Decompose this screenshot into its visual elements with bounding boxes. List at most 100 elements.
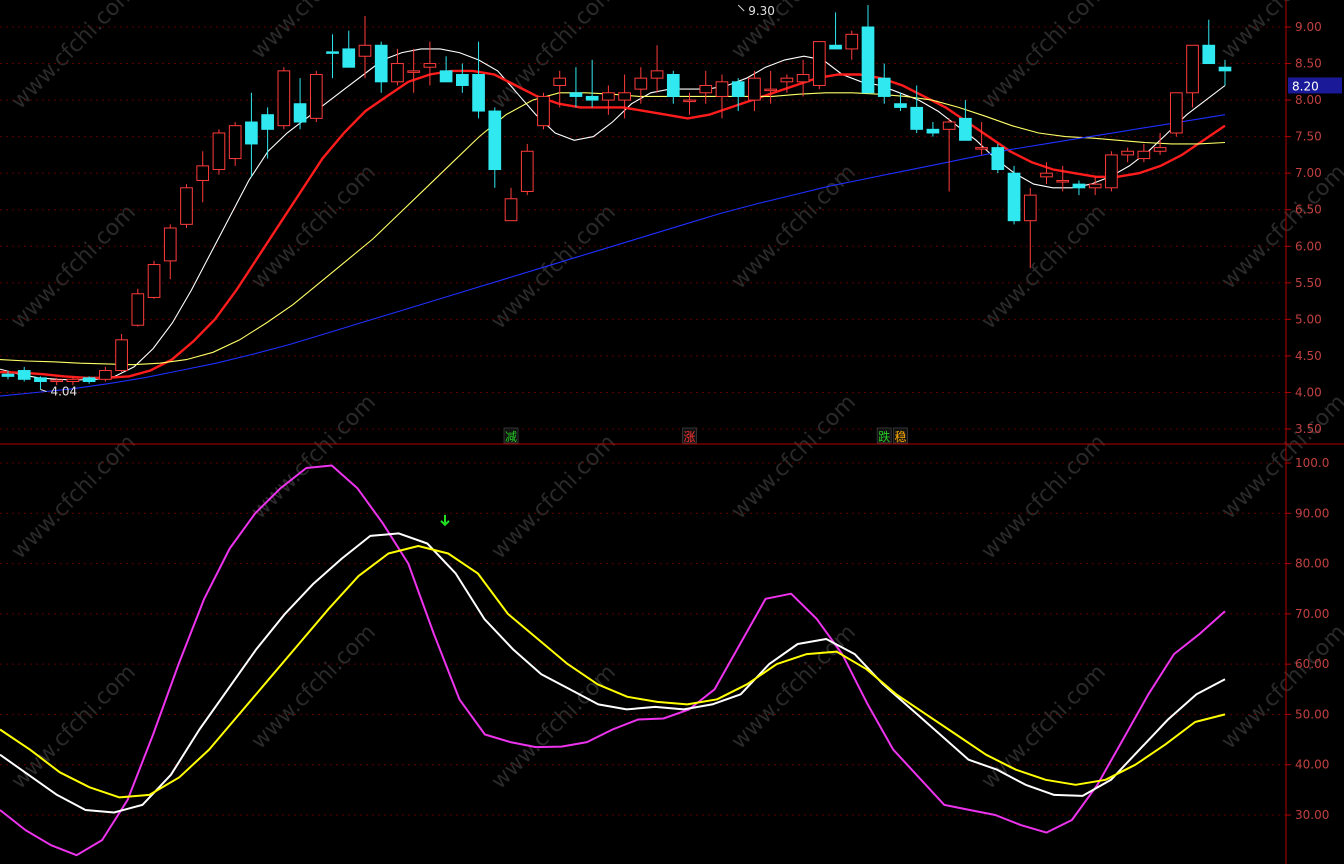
candle (391, 48, 404, 86)
watermark-text: www.cfchi.com (487, 0, 621, 114)
annotation-pointer (737, 4, 745, 12)
candle (1023, 187, 1037, 269)
price-tick-label: 6.50 (1295, 203, 1322, 217)
price-tick-label: 9.00 (1295, 20, 1322, 34)
price-tick-label: 6.00 (1295, 239, 1322, 253)
watermark-text: www.cfchi.com (247, 160, 381, 294)
signal-label: 减 (505, 430, 517, 444)
candle-body-down (293, 103, 307, 123)
candle (277, 67, 291, 130)
candle-body-down (456, 74, 469, 86)
osc-tick-label: 90.00 (1295, 506, 1329, 520)
watermark-text: www.cfchi.com (977, 430, 1111, 564)
candle-body-up (1169, 92, 1183, 134)
candle (504, 187, 518, 222)
osc-tick-label: 30.00 (1295, 808, 1329, 822)
watermark-text: www.cfchi.com (7, 430, 141, 564)
candle (245, 92, 258, 177)
candle (602, 85, 615, 115)
candle-body-up (131, 293, 145, 326)
candle (423, 41, 437, 86)
candle-body-down (326, 51, 339, 54)
signal-label: 涨 (684, 429, 696, 444)
price-tick-label: 5.50 (1295, 276, 1322, 290)
candle (650, 45, 664, 93)
candle-body-up (618, 92, 631, 101)
candle-body-up (147, 264, 161, 298)
candle (293, 78, 307, 130)
candle (342, 30, 356, 68)
candle (407, 48, 421, 93)
signal-label: 稳 (894, 429, 906, 444)
watermark-text: www.cfchi.com (1217, 0, 1344, 64)
candle-body-down (894, 103, 907, 108)
candle (812, 41, 826, 90)
candle-body-down (926, 128, 940, 134)
candle-body-up (277, 70, 291, 127)
candle (845, 30, 859, 60)
candle (115, 333, 128, 372)
candle-body-down (82, 377, 96, 382)
candle (796, 59, 810, 97)
candle (748, 70, 761, 112)
candle (326, 34, 339, 79)
candle (196, 151, 210, 203)
candle (17, 366, 31, 382)
candle-body-up (845, 33, 859, 50)
candle-body-up (683, 99, 696, 103)
candle-body-up (634, 77, 648, 90)
candle-body-up (975, 147, 988, 150)
price-panel: 9.30 4.04 减 涨 跌稳 8.20 (0, 4, 1342, 444)
candle (488, 107, 502, 188)
watermark-text: www.cfchi.com (487, 430, 621, 564)
candle (358, 16, 372, 79)
candle (82, 376, 96, 384)
down-arrow-icon (440, 514, 450, 527)
candle (959, 100, 972, 141)
candle-body-up (715, 81, 729, 97)
candle (618, 74, 631, 119)
candle-body-down (245, 121, 258, 145)
watermark-text: www.cfchi.com (1217, 620, 1344, 754)
candle (180, 184, 193, 228)
watermark-text: www.cfchi.com (7, 200, 141, 334)
candle-body-up (163, 227, 177, 262)
candle (1072, 180, 1086, 196)
candle-body-down (488, 110, 502, 171)
candle-body-up (504, 198, 518, 222)
candle (456, 63, 469, 93)
stock-chart: www.cfchi.com www.cfchi.com www.cfchi.com w… (0, 0, 1344, 864)
candle-body-up (66, 378, 80, 382)
watermark-text: www.cfchi.com (7, 0, 141, 114)
candle (147, 260, 161, 299)
watermark-text: www.cfchi.com (977, 660, 1111, 794)
candle (1218, 59, 1232, 86)
candle (261, 107, 274, 159)
candle (537, 92, 550, 130)
osc-tick-label: 80.00 (1295, 557, 1329, 571)
candle (1105, 151, 1118, 192)
osc-tick-label: 40.00 (1295, 758, 1329, 772)
candle (309, 70, 323, 123)
candle-body-down (439, 70, 453, 83)
candle-body-down (472, 74, 485, 112)
watermark-text: www.cfchi.com (977, 200, 1111, 334)
candle-body-down (861, 26, 875, 94)
watermark-text: www.cfchi.com (247, 390, 381, 524)
candle-body-down (17, 370, 31, 380)
candle-body-up (748, 77, 761, 101)
chart-grid (0, 26, 1344, 816)
candle (926, 122, 940, 137)
candle (829, 12, 842, 50)
candle-body-down (342, 48, 356, 68)
candle (212, 129, 226, 175)
candle-body-up (228, 125, 242, 160)
candle-body-down (910, 106, 924, 130)
candle (699, 70, 713, 104)
candle (991, 143, 1005, 174)
candle (1169, 92, 1183, 137)
candle (163, 224, 177, 280)
candle (942, 118, 956, 192)
price-tick-label: 8.00 (1295, 93, 1322, 107)
watermark-text: www.cfchi.com (727, 0, 861, 64)
